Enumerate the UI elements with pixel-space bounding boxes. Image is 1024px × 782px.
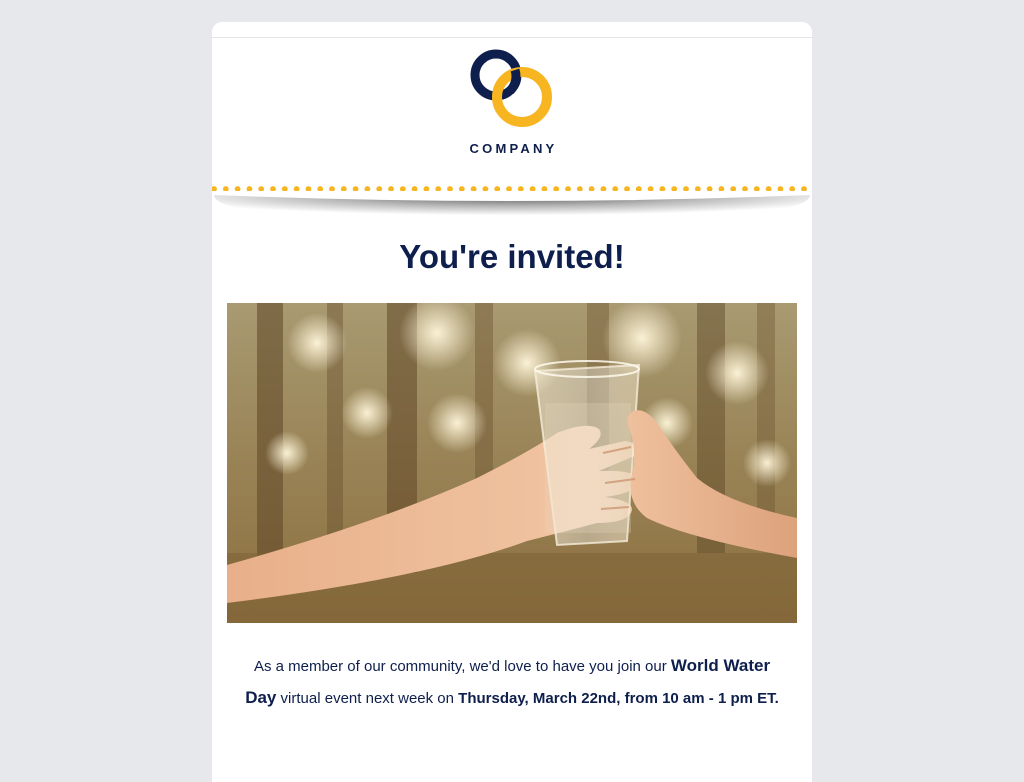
- company-logo[interactable]: COMPANY: [212, 46, 812, 156]
- intro-text: As a member of our community, we'd love …: [253, 658, 671, 675]
- event-date-time: Thursday, March 22nd, from 10 am - 1 pm …: [458, 690, 779, 707]
- interlocking-rings-logo-icon: [470, 49, 552, 127]
- top-divider: [212, 37, 812, 38]
- middle-text: virtual event next week on: [276, 690, 459, 707]
- header-shadow: [212, 191, 812, 231]
- event-description: As a member of our community, we'd love …: [240, 650, 784, 714]
- invite-title: You're invited!: [399, 238, 625, 275]
- company-name: COMPANY: [469, 141, 558, 156]
- hands-sharing-glass-of-water-icon: [227, 303, 797, 623]
- email-card: COMPANY You're invited! As a member of o…: [212, 22, 812, 782]
- hero-photo: [227, 303, 797, 623]
